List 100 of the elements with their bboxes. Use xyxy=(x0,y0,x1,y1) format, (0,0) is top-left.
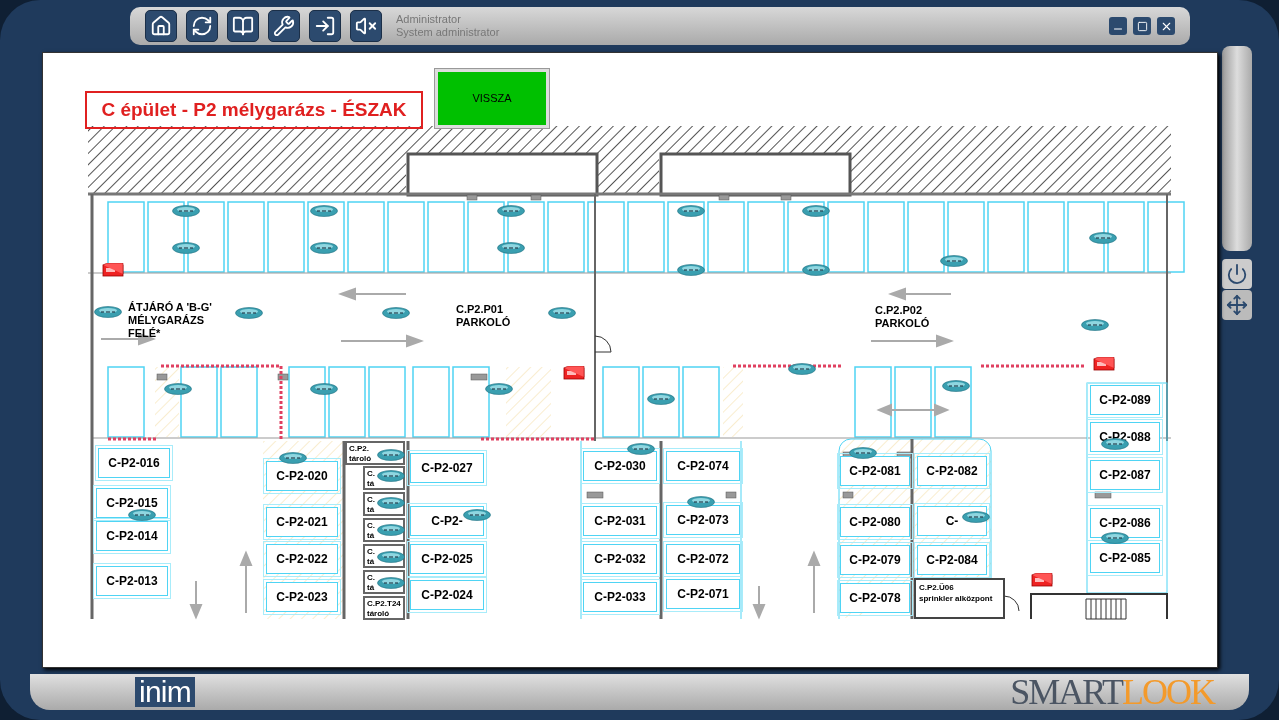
refresh-button[interactable] xyxy=(186,10,218,42)
parking-space[interactable]: C-P2-014 xyxy=(96,521,168,551)
parking-space[interactable]: C-P2-086 xyxy=(1090,508,1160,538)
parking-space[interactable]: C-P2-081 xyxy=(840,456,910,486)
tools-button[interactable] xyxy=(268,10,300,42)
detector-icon xyxy=(377,551,405,563)
detector-icon xyxy=(377,497,405,509)
detector-icon xyxy=(802,264,830,276)
parking-space[interactable]: C-P2-071 xyxy=(666,579,740,609)
parking-space[interactable]: C-P2-030 xyxy=(583,451,657,481)
parking-space[interactable]: C-P2-027 xyxy=(410,453,484,483)
parking-space[interactable]: C-P2-031 xyxy=(583,506,657,536)
move-icon xyxy=(1226,294,1248,316)
parking-space[interactable]: C-P2-015 xyxy=(96,488,168,518)
detector-icon xyxy=(627,443,655,455)
alarm-device-icon xyxy=(102,263,124,277)
direction-arrow xyxy=(189,580,203,620)
parking-space[interactable]: C-P2-020 xyxy=(266,461,338,491)
parking-space[interactable]: C-P2-085 xyxy=(1090,543,1160,573)
map-title: C épület - P2 mélygarázs - ÉSZAK xyxy=(85,91,423,129)
detector-icon xyxy=(962,511,990,523)
parking-space[interactable]: C-P2-032 xyxy=(583,544,657,574)
direction-arrow xyxy=(752,585,766,620)
detector-icon xyxy=(310,205,338,217)
book-icon xyxy=(232,15,254,37)
direction-arrow xyxy=(239,550,253,614)
detector-icon xyxy=(377,470,405,482)
parking-space[interactable]: C-P2-021 xyxy=(266,507,338,537)
login-button[interactable] xyxy=(309,10,341,42)
detector-icon xyxy=(802,205,830,217)
minimize-button[interactable] xyxy=(1109,17,1127,35)
parking-space[interactable]: C-P2-013 xyxy=(96,566,168,596)
parking-space[interactable]: C-P2-073 xyxy=(666,505,740,535)
parking-space[interactable]: C-P2- xyxy=(410,506,484,536)
detector-icon xyxy=(235,307,263,319)
detector-icon xyxy=(940,255,968,267)
product-logo: SMARTLOOK xyxy=(1010,674,1214,710)
detector-icon xyxy=(1101,532,1129,544)
detector-icon xyxy=(94,306,122,318)
detector-icon xyxy=(377,524,405,536)
parking-space[interactable]: C-P2-080 xyxy=(840,507,910,537)
house-icon xyxy=(150,15,172,37)
detector-icon xyxy=(128,509,156,521)
maximize-button[interactable] xyxy=(1133,17,1151,35)
detector-icon xyxy=(164,383,192,395)
parking-space[interactable]: C-P2-016 xyxy=(98,448,170,478)
detector-icon xyxy=(788,363,816,375)
alarm-device-icon xyxy=(563,366,585,380)
parking-space[interactable]: C-P2-078 xyxy=(840,583,910,613)
close-button[interactable] xyxy=(1157,17,1175,35)
parking-space[interactable]: C-P2-087 xyxy=(1090,460,1160,490)
home-button[interactable] xyxy=(145,10,177,42)
power-button[interactable] xyxy=(1222,259,1252,289)
detector-icon xyxy=(172,205,200,217)
direction-arrow xyxy=(338,287,407,301)
detector-icon xyxy=(382,307,410,319)
detector-icon xyxy=(548,307,576,319)
login-icon xyxy=(314,15,336,37)
parking-space[interactable]: C-P2-072 xyxy=(666,544,740,574)
room-label[interactable]: C.P2.Ü06 sprinkler alközpont xyxy=(914,578,1005,619)
detector-icon xyxy=(647,393,675,405)
detector-icon xyxy=(1081,319,1109,331)
detector-icon xyxy=(310,383,338,395)
parking-space[interactable]: C-P2-089 xyxy=(1090,385,1160,415)
detector-icon xyxy=(172,242,200,254)
parking-space[interactable]: C-P2-084 xyxy=(917,545,987,575)
direction-arrow xyxy=(807,550,821,614)
area-label: C.P2.P02 PARKOLÓ xyxy=(875,304,930,330)
detector-icon xyxy=(687,496,715,508)
mute-button[interactable] xyxy=(350,10,382,42)
parking-space[interactable]: C-P2-033 xyxy=(583,582,657,612)
detector-icon xyxy=(377,577,405,589)
detector-icon xyxy=(463,509,491,521)
storage-room[interactable]: C.P2.T24 tároló xyxy=(363,596,405,620)
alarm-device-icon xyxy=(1093,357,1115,371)
parking-space[interactable]: C-P2-082 xyxy=(917,456,987,486)
back-button[interactable]: VISSZA xyxy=(435,69,549,128)
move-button[interactable] xyxy=(1222,290,1252,320)
barrier-line xyxy=(108,437,156,441)
mute-icon xyxy=(355,15,377,37)
direction-arrow xyxy=(888,287,952,301)
parking-space[interactable]: C-P2-025 xyxy=(410,544,484,574)
detector-icon xyxy=(677,264,705,276)
parking-space[interactable]: C-P2-022 xyxy=(266,544,338,574)
user-role: System administrator xyxy=(396,26,500,39)
detector-icon xyxy=(677,205,705,217)
refresh-icon xyxy=(191,15,213,37)
parking-space[interactable]: C-P2-079 xyxy=(840,545,910,575)
parking-space[interactable]: C-P2-074 xyxy=(666,451,740,481)
parking-space[interactable]: C-P2-023 xyxy=(266,582,338,612)
maximize-icon xyxy=(1136,20,1148,32)
power-icon xyxy=(1226,263,1248,285)
detector-icon xyxy=(310,242,338,254)
detector-icon xyxy=(1089,232,1117,244)
parking-space[interactable]: C-P2-024 xyxy=(410,580,484,610)
map-button[interactable] xyxy=(227,10,259,42)
alarm-device-icon xyxy=(1031,573,1053,587)
detector-icon xyxy=(279,452,307,464)
detector-icon xyxy=(497,242,525,254)
area-label: C.P2.P01 PARKOLÓ xyxy=(456,303,511,329)
